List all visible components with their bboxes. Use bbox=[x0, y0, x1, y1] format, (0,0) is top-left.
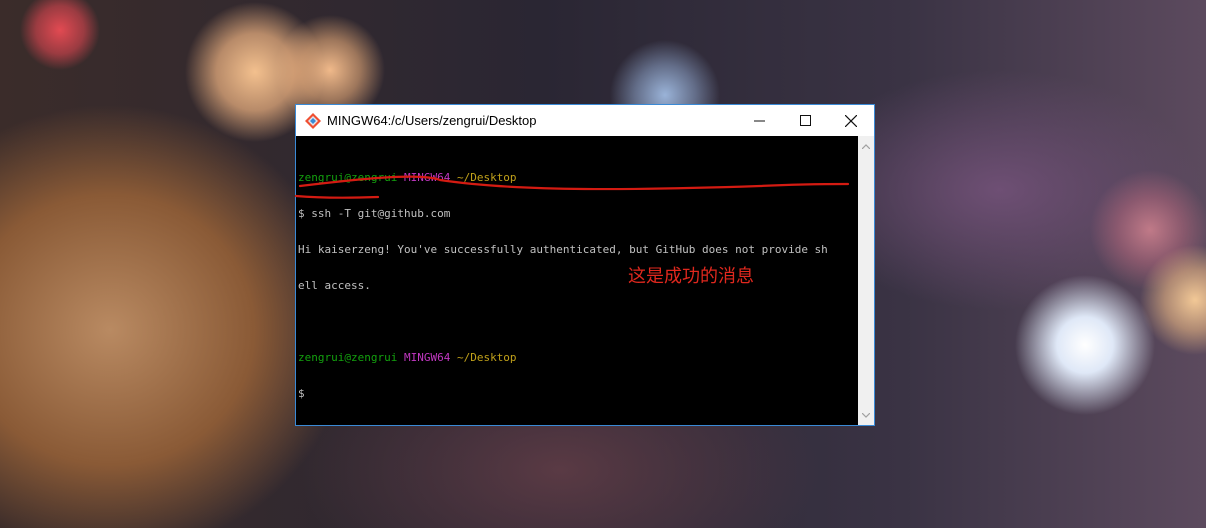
minimize-icon bbox=[753, 120, 765, 122]
window-title: MINGW64:/c/Users/zengrui/Desktop bbox=[327, 113, 537, 128]
scroll-up-button[interactable] bbox=[858, 138, 874, 154]
command-line: $ ssh -T git@github.com bbox=[298, 207, 451, 220]
input-line[interactable]: $ bbox=[298, 388, 859, 400]
output-line: Hi kaiserzeng! You've successfully authe… bbox=[298, 243, 828, 256]
minimize-button[interactable] bbox=[736, 105, 782, 136]
close-button[interactable] bbox=[828, 105, 874, 136]
terminal-output[interactable]: zengrui@zengrui MINGW64 ~/Desktop $ ssh … bbox=[296, 136, 859, 425]
prompt-shell: MINGW64 bbox=[403, 351, 451, 364]
git-bash-icon bbox=[305, 112, 321, 129]
scroll-down-icon bbox=[862, 412, 870, 418]
prompt-shell: MINGW64 bbox=[403, 171, 451, 184]
prompt-line: zengrui@zengrui MINGW64 ~/Desktop bbox=[298, 172, 859, 184]
prompt-path: ~/Desktop bbox=[456, 351, 517, 364]
prompt-path: ~/Desktop bbox=[456, 171, 517, 184]
close-icon bbox=[845, 114, 857, 127]
maximize-icon bbox=[799, 115, 811, 126]
window-controls bbox=[736, 105, 874, 136]
terminal-window[interactable]: MINGW64:/c/Users/zengrui/Desktop zengrui… bbox=[295, 104, 875, 426]
prompt-user: zengrui@zengrui bbox=[298, 171, 398, 184]
maximize-button[interactable] bbox=[782, 105, 828, 136]
prompt-line: zengrui@zengrui MINGW64 ~/Desktop bbox=[298, 352, 859, 364]
prompt-user: zengrui@zengrui bbox=[298, 351, 398, 364]
annotation-text: 这是成功的消息 bbox=[628, 266, 754, 287]
scroll-up-icon bbox=[862, 143, 870, 149]
title-bar[interactable]: MINGW64:/c/Users/zengrui/Desktop bbox=[296, 105, 874, 136]
output-line-continued: ell access. bbox=[298, 279, 371, 292]
vertical-scrollbar[interactable] bbox=[858, 136, 874, 425]
scroll-down-button[interactable] bbox=[858, 407, 874, 423]
